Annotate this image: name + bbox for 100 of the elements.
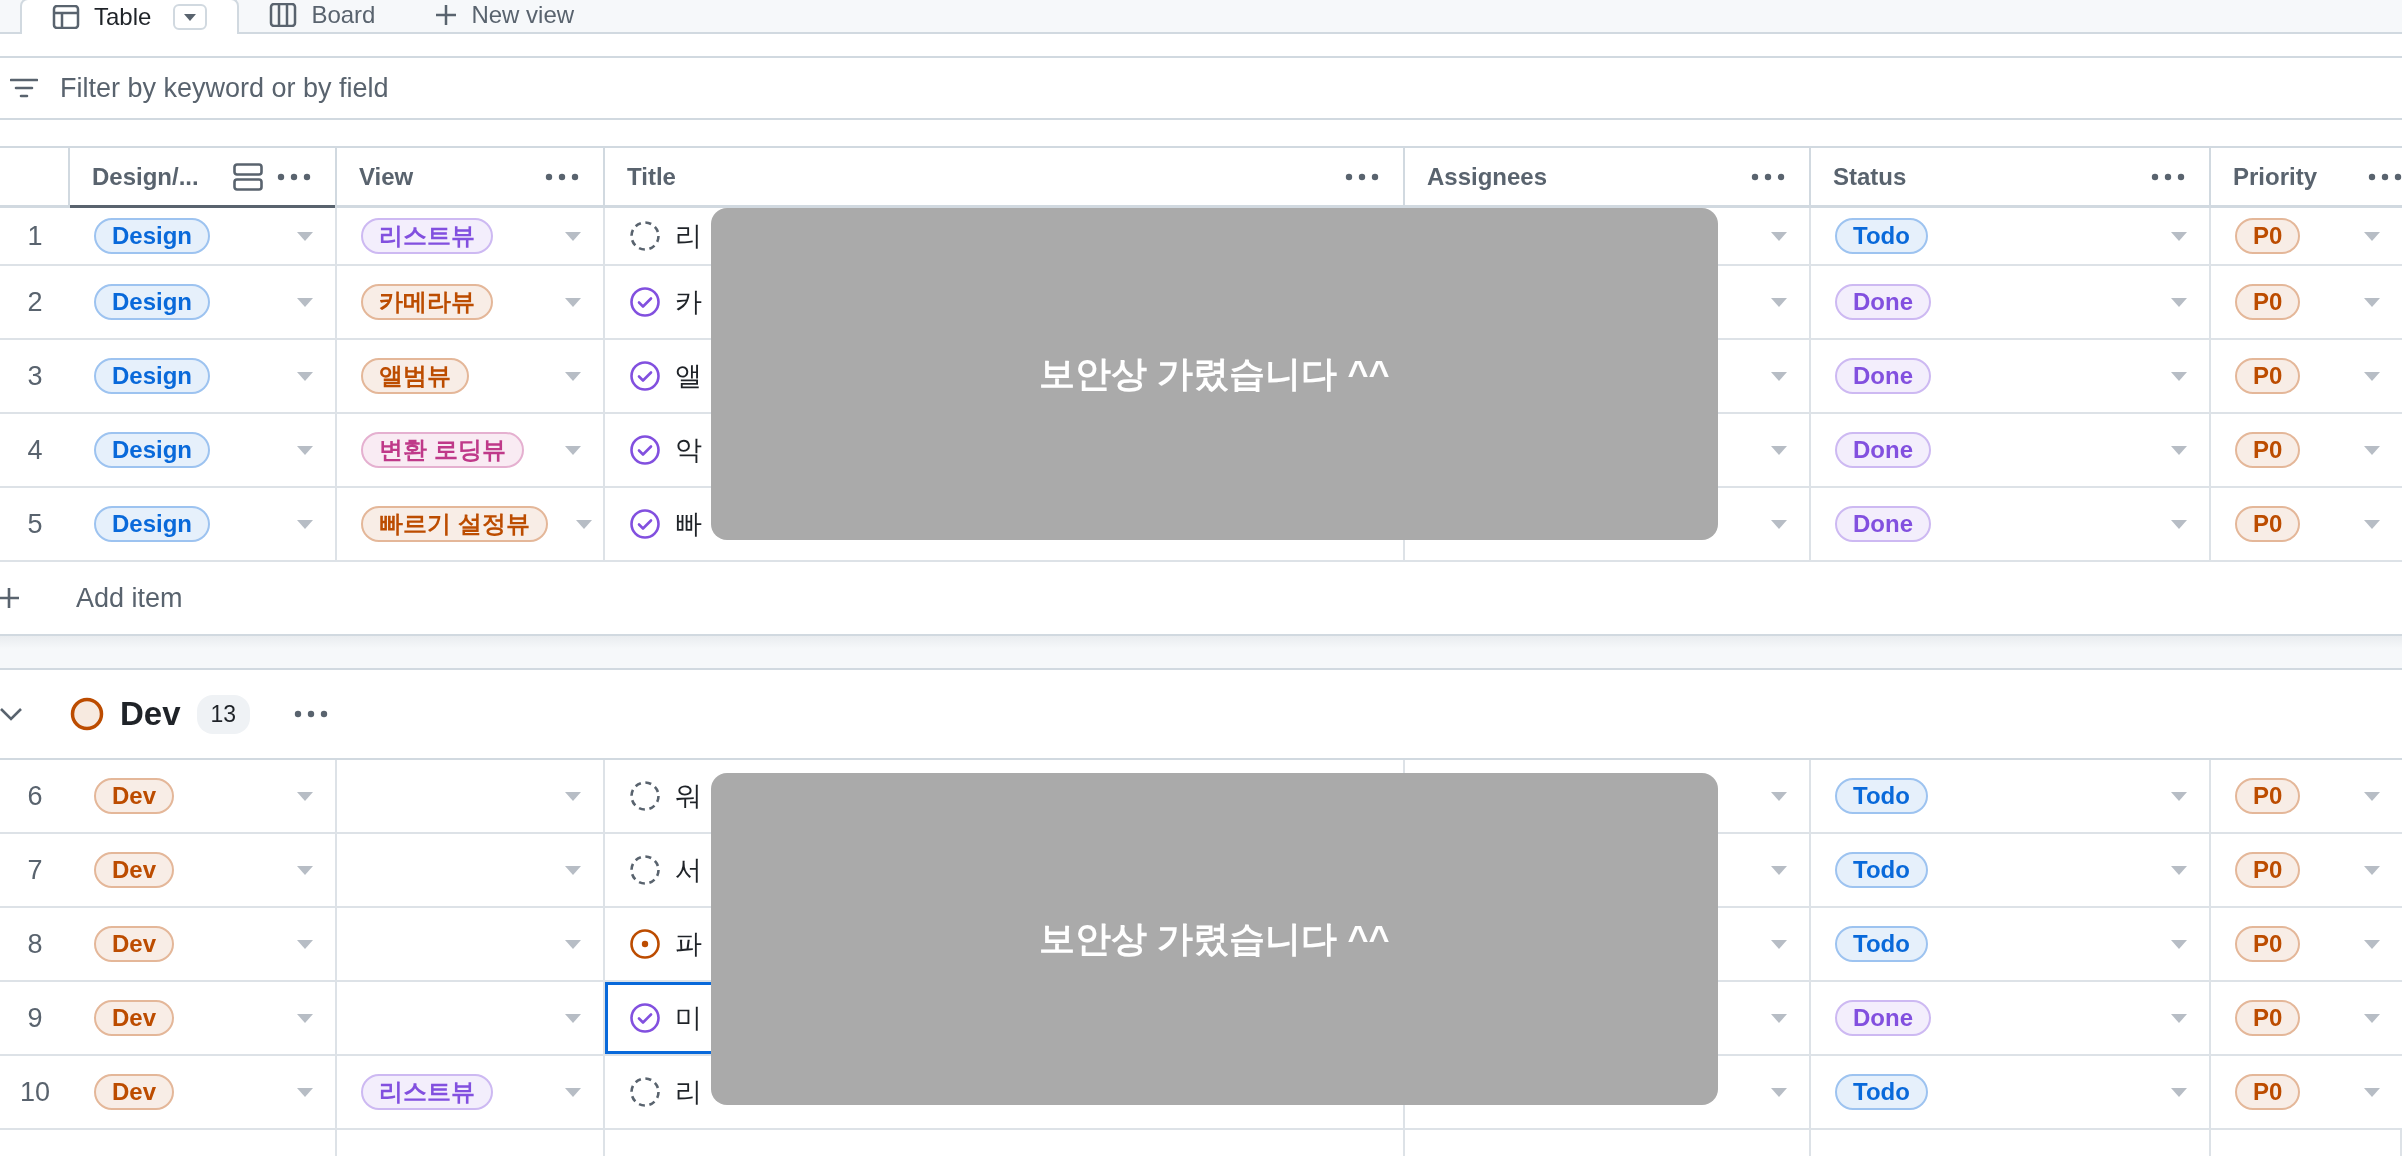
caret-icon[interactable] [297,231,313,241]
item-title[interactable]: 워 [675,778,702,814]
item-title[interactable]: 리 [675,218,702,254]
caret-icon[interactable] [1771,865,1787,875]
item-title[interactable]: 리 [675,1074,702,1110]
caret-icon[interactable] [1771,371,1787,381]
caret-icon[interactable] [2171,445,2187,455]
caret-icon[interactable] [2171,865,2187,875]
caret-icon[interactable] [2171,939,2187,949]
more-icon[interactable] [294,710,329,718]
row-number: 8 [26,927,44,961]
caret-icon[interactable] [1771,297,1787,307]
caret-icon[interactable] [565,445,581,455]
row-number: 2 [26,285,44,319]
collapse-icon[interactable] [0,707,22,721]
type-label: Dev [94,778,175,814]
caret-icon[interactable] [2364,445,2380,455]
caret-icon[interactable] [565,1087,581,1097]
group-name: Dev [120,695,181,733]
status-label: Done [1835,506,1931,542]
caret-icon[interactable] [2364,939,2380,949]
caret-icon[interactable] [1771,231,1787,241]
caret-icon[interactable] [575,519,592,529]
view-tab[interactable]: New view [405,0,605,32]
view-label: 카메라뷰 [361,284,493,320]
redaction-overlay: 보안상 가렸습니다 ^^ [711,773,1718,1105]
item-title[interactable]: 앨 [675,358,702,394]
caret-icon[interactable] [2171,231,2187,241]
caret-icon[interactable] [2171,791,2187,801]
caret-icon[interactable] [1771,1013,1787,1023]
caret-icon[interactable] [2364,231,2380,241]
caret-icon[interactable] [297,865,313,875]
table-icon [52,5,80,29]
caret-icon[interactable] [1771,939,1787,949]
caret-icon[interactable] [565,231,581,241]
add-item-button[interactable]: Add item [76,582,183,614]
caret-icon[interactable] [2364,297,2380,307]
caret-icon[interactable] [297,1013,313,1023]
status-label: Todo [1835,218,1928,254]
priority-label: P0 [2235,1074,2301,1110]
more-icon[interactable] [2151,172,2185,181]
caret-icon[interactable] [1771,519,1787,529]
caret-icon[interactable] [2364,791,2380,801]
item-title[interactable]: 빠 [675,506,702,542]
caret-icon[interactable] [1771,445,1787,455]
column-header[interactable]: Assignees [1427,162,1737,191]
caret-icon[interactable] [2364,1013,2380,1023]
caret-icon[interactable] [2171,371,2187,381]
caret-icon[interactable] [297,1087,313,1097]
caret-icon[interactable] [297,297,313,307]
column-header[interactable]: Status [1833,162,2137,191]
caret-icon[interactable] [1771,1087,1787,1097]
type-label: Design [94,358,210,394]
priority-label: P0 [2235,926,2301,962]
caret-icon[interactable] [565,371,581,381]
status-label: Todo [1835,778,1928,814]
column-header[interactable]: Design/... [92,162,219,191]
column-header[interactable]: Title [627,162,1331,191]
more-icon[interactable] [545,172,579,181]
view-tab[interactable]: Table [20,0,240,34]
more-icon[interactable] [277,172,311,181]
caret-icon[interactable] [2171,1013,2187,1023]
status-label: Done [1835,284,1931,320]
caret-icon[interactable] [565,865,581,875]
caret-icon[interactable] [297,445,313,455]
view-label: 빠르기 설정뷰 [361,506,548,542]
caret-icon[interactable] [297,791,313,801]
item-title[interactable]: 카 [675,284,702,320]
status-label: Todo [1835,1074,1928,1110]
priority-label: P0 [2235,852,2301,888]
caret-icon[interactable] [2171,519,2187,529]
caret-icon[interactable] [2364,371,2380,381]
caret-icon[interactable] [2364,865,2380,875]
caret-icon[interactable] [2364,519,2380,529]
filter-field[interactable]: Filter by keyword or by field [58,71,962,105]
plus-icon[interactable] [0,587,20,609]
row-number: 6 [26,779,44,813]
more-icon[interactable] [2368,172,2402,181]
caret-icon[interactable] [565,297,581,307]
caret-icon[interactable] [565,1013,581,1023]
more-icon[interactable] [1345,172,1379,181]
column-header[interactable]: Priority [2233,162,2354,191]
caret-icon[interactable] [297,939,313,949]
priority-label: P0 [2235,1000,2301,1036]
column-header[interactable]: View [359,162,531,191]
caret-icon[interactable] [2171,1087,2187,1097]
item-title[interactable]: 서 [675,852,702,888]
caret-icon[interactable] [2171,297,2187,307]
caret-icon[interactable] [565,791,581,801]
caret-icon[interactable] [297,519,313,529]
view-options-button[interactable] [173,4,208,30]
caret-icon[interactable] [565,939,581,949]
more-icon[interactable] [1751,172,1785,181]
item-title[interactable]: 미 [675,1000,702,1036]
item-title[interactable]: 파 [675,926,702,962]
view-tab[interactable]: Board [239,0,406,32]
caret-icon[interactable] [297,371,313,381]
caret-icon[interactable] [2364,1087,2380,1097]
item-title[interactable]: 악 [675,432,702,468]
caret-icon[interactable] [1771,791,1787,801]
